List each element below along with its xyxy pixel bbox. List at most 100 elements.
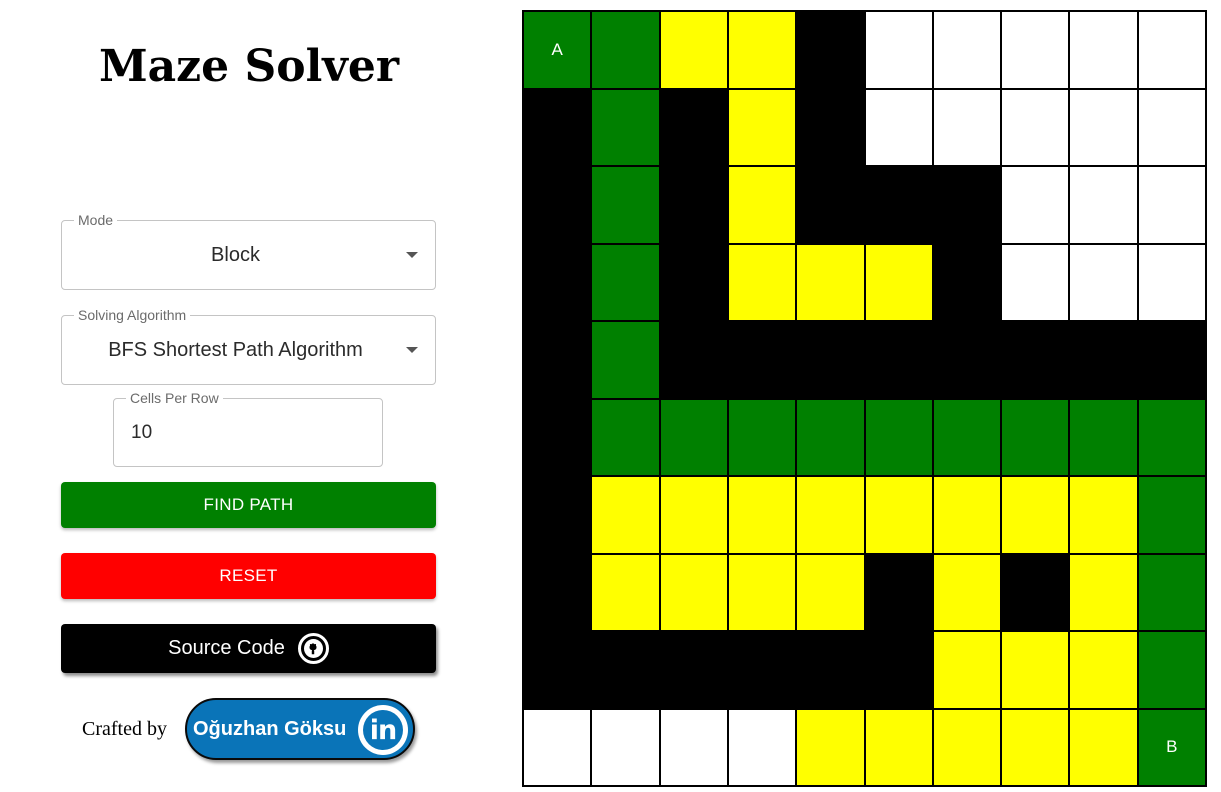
mode-select[interactable]: Mode Block bbox=[61, 212, 436, 290]
maze-cell-wall[interactable] bbox=[796, 88, 865, 166]
maze-cell-path[interactable] bbox=[796, 398, 865, 476]
maze-cell-path[interactable] bbox=[1137, 553, 1206, 631]
maze-cell-path[interactable] bbox=[1069, 398, 1138, 476]
maze-cell-path[interactable] bbox=[591, 398, 660, 476]
maze-cell-path[interactable] bbox=[1001, 398, 1070, 476]
maze-cell-visited[interactable] bbox=[1001, 631, 1070, 709]
maze-cell-empty[interactable] bbox=[523, 708, 592, 786]
maze-cell-empty[interactable] bbox=[1069, 88, 1138, 166]
maze-cell-path[interactable] bbox=[864, 398, 933, 476]
maze-cell-visited[interactable] bbox=[932, 631, 1002, 709]
maze-cell-empty[interactable] bbox=[1001, 243, 1070, 321]
maze-cell-visited[interactable] bbox=[796, 243, 865, 321]
maze-cell-visited[interactable] bbox=[1069, 553, 1138, 631]
maze-cell-empty[interactable] bbox=[1001, 11, 1070, 89]
maze-cell-visited[interactable] bbox=[796, 553, 865, 631]
maze-cell-empty[interactable] bbox=[1137, 88, 1206, 166]
maze-cell-visited[interactable] bbox=[659, 11, 728, 89]
maze-cell-visited[interactable] bbox=[864, 243, 933, 321]
maze-cell-empty[interactable] bbox=[932, 88, 1002, 166]
maze-cell-visited[interactable] bbox=[659, 553, 728, 631]
maze-cell-wall[interactable] bbox=[591, 631, 660, 709]
maze-cell-empty[interactable] bbox=[1069, 11, 1138, 89]
maze-cell-visited[interactable] bbox=[796, 708, 865, 786]
maze-cell-visited[interactable] bbox=[1001, 476, 1070, 554]
maze-cell-wall[interactable] bbox=[796, 631, 865, 709]
maze-cell-empty[interactable] bbox=[1069, 166, 1138, 244]
maze-cell-empty[interactable] bbox=[1001, 166, 1070, 244]
maze-cell-wall[interactable] bbox=[796, 321, 865, 399]
maze-cell-empty[interactable] bbox=[1137, 166, 1206, 244]
maze-cell-wall[interactable] bbox=[523, 243, 592, 321]
maze-end-cell[interactable]: B bbox=[1137, 708, 1206, 786]
maze-cell-wall[interactable] bbox=[659, 166, 728, 244]
linkedin-profile-link[interactable]: Oğuzhan Göksu in bbox=[185, 698, 415, 760]
maze-cell-visited[interactable] bbox=[727, 88, 797, 166]
maze-cell-wall[interactable] bbox=[864, 166, 933, 244]
maze-cell-visited[interactable] bbox=[727, 553, 797, 631]
maze-cell-wall[interactable] bbox=[523, 476, 592, 554]
maze-cell-empty[interactable] bbox=[727, 708, 797, 786]
maze-cell-visited[interactable] bbox=[1001, 708, 1070, 786]
maze-cell-empty[interactable] bbox=[1137, 243, 1206, 321]
cells-per-row-value[interactable]: 10 bbox=[131, 399, 342, 466]
maze-cell-path[interactable] bbox=[932, 398, 1002, 476]
maze-cell-wall[interactable] bbox=[659, 631, 728, 709]
maze-cell-visited[interactable] bbox=[932, 476, 1002, 554]
maze-cell-wall[interactable] bbox=[523, 398, 592, 476]
maze-cell-empty[interactable] bbox=[932, 11, 1002, 89]
maze-cell-wall[interactable] bbox=[727, 321, 797, 399]
maze-cell-wall[interactable] bbox=[864, 553, 933, 631]
maze-cell-empty[interactable] bbox=[591, 708, 660, 786]
maze-cell-wall[interactable] bbox=[1001, 553, 1070, 631]
maze-cell-visited[interactable] bbox=[727, 11, 797, 89]
maze-cell-path[interactable] bbox=[1137, 631, 1206, 709]
maze-cell-wall[interactable] bbox=[523, 166, 592, 244]
maze-cell-visited[interactable] bbox=[1069, 476, 1138, 554]
maze-cell-wall[interactable] bbox=[523, 88, 592, 166]
maze-cell-empty[interactable] bbox=[864, 88, 933, 166]
maze-cell-path[interactable] bbox=[727, 398, 797, 476]
maze-cell-empty[interactable] bbox=[1001, 88, 1070, 166]
reset-button[interactable]: RESET bbox=[61, 553, 436, 599]
maze-cell-visited[interactable] bbox=[727, 166, 797, 244]
maze-cell-wall[interactable] bbox=[659, 243, 728, 321]
maze-cell-wall[interactable] bbox=[523, 321, 592, 399]
maze-cell-wall[interactable] bbox=[523, 631, 592, 709]
maze-cell-path[interactable] bbox=[591, 88, 660, 166]
maze-cell-empty[interactable] bbox=[1137, 11, 1206, 89]
maze-start-cell[interactable]: A bbox=[523, 11, 592, 89]
maze-cell-wall[interactable] bbox=[932, 321, 1002, 399]
maze-cell-path[interactable] bbox=[1137, 398, 1206, 476]
maze-cell-path[interactable] bbox=[591, 11, 660, 89]
maze-cell-visited[interactable] bbox=[591, 476, 660, 554]
maze-cell-path[interactable] bbox=[591, 321, 660, 399]
cells-per-row-input[interactable]: Cells Per Row 10 bbox=[113, 390, 383, 467]
maze-cell-visited[interactable] bbox=[796, 476, 865, 554]
maze-cell-visited[interactable] bbox=[591, 553, 660, 631]
maze-cell-visited[interactable] bbox=[932, 553, 1002, 631]
maze-cell-wall[interactable] bbox=[932, 243, 1002, 321]
maze-cell-visited[interactable] bbox=[727, 476, 797, 554]
maze-cell-path[interactable] bbox=[659, 398, 728, 476]
maze-cell-visited[interactable] bbox=[727, 243, 797, 321]
maze-cell-visited[interactable] bbox=[932, 708, 1002, 786]
maze-cell-path[interactable] bbox=[591, 243, 660, 321]
maze-cell-path[interactable] bbox=[1137, 476, 1206, 554]
maze-cell-visited[interactable] bbox=[1069, 631, 1138, 709]
maze-cell-wall[interactable] bbox=[932, 166, 1002, 244]
maze-cell-wall[interactable] bbox=[659, 88, 728, 166]
source-code-button[interactable]: Source Code bbox=[61, 624, 436, 673]
maze-cell-wall[interactable] bbox=[864, 631, 933, 709]
maze-cell-wall[interactable] bbox=[1069, 321, 1138, 399]
maze-cell-wall[interactable] bbox=[864, 321, 933, 399]
maze-cell-wall[interactable] bbox=[796, 11, 865, 89]
maze-cell-visited[interactable] bbox=[659, 476, 728, 554]
maze-cell-empty[interactable] bbox=[864, 11, 933, 89]
algorithm-select[interactable]: Solving Algorithm BFS Shortest Path Algo… bbox=[61, 307, 436, 385]
maze-cell-wall[interactable] bbox=[523, 553, 592, 631]
maze-cell-empty[interactable] bbox=[659, 708, 728, 786]
maze-cell-path[interactable] bbox=[591, 166, 660, 244]
maze-cell-visited[interactable] bbox=[1069, 708, 1138, 786]
maze-cell-visited[interactable] bbox=[864, 476, 933, 554]
